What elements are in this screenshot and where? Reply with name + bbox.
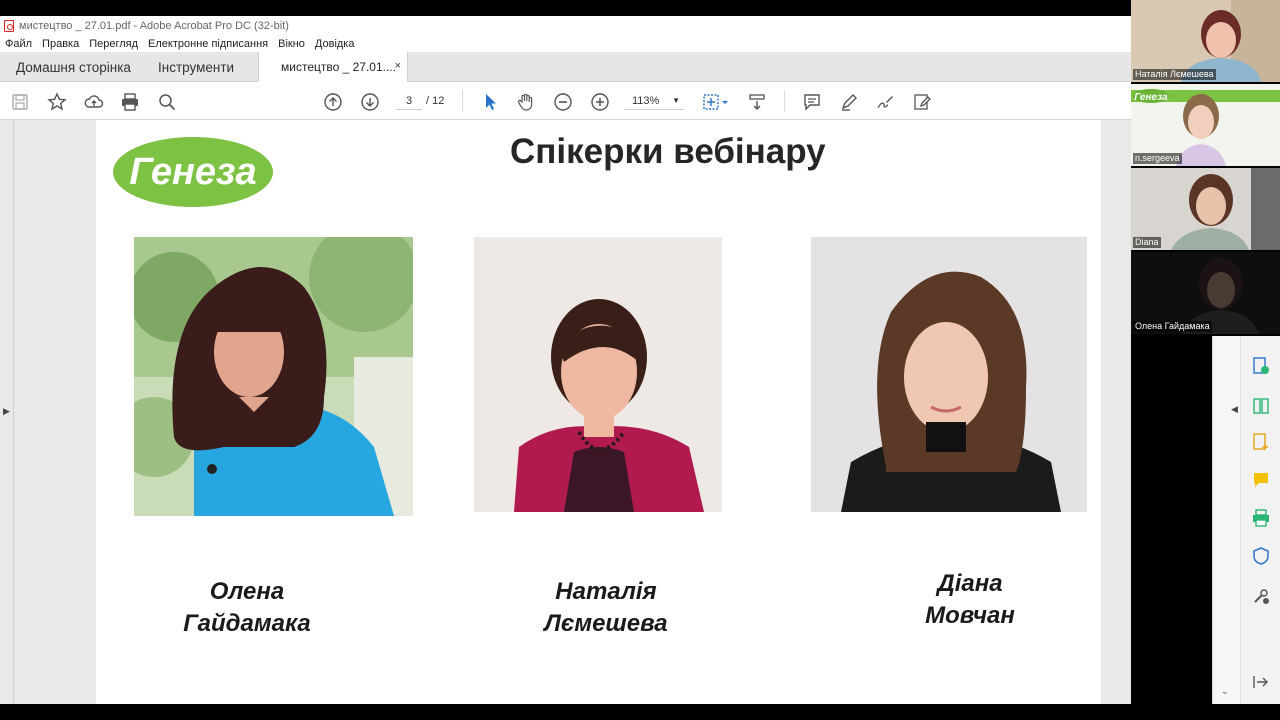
pdf-page: Генеза Спікерки вебінару Олена Гайдамака… <box>96 120 1101 704</box>
star-icon[interactable] <box>46 91 68 113</box>
speaker-first-name: Олена <box>209 578 285 605</box>
participant-video-4[interactable]: Олена Гайдамака <box>1131 252 1280 334</box>
zoom-out-icon[interactable] <box>552 91 574 113</box>
scroll-mode-icon[interactable] <box>746 91 768 113</box>
chevron-down-icon: ▼ <box>672 96 680 105</box>
speaker-name-olena: Олена Гайдамака <box>137 576 357 640</box>
collapse-left-icon[interactable]: ◀ <box>1231 404 1238 415</box>
comment-icon[interactable] <box>801 91 823 113</box>
tools-pane-scrollbar[interactable]: ⌄ <box>1213 336 1241 704</box>
hand-tool-icon[interactable] <box>515 91 537 113</box>
menu-file[interactable]: Файл <box>5 38 32 50</box>
left-nav-pane[interactable]: ▶ <box>0 120 14 704</box>
speaker-last-name: Гайдамака <box>183 610 311 637</box>
speaker-last-name: Лємешева <box>544 610 668 637</box>
speaker-name-diana: Діана Мовчан <box>860 568 1080 632</box>
upload-cloud-icon[interactable] <box>83 91 105 113</box>
tab-bar: Домашня сторінка Інструменти мистецтво _… <box>0 52 1131 82</box>
page-gutter <box>1101 120 1131 704</box>
comment-tool-icon[interactable] <box>1251 470 1271 490</box>
toolbar-divider <box>462 90 463 112</box>
participant-name: Олена Гайдамака <box>1133 321 1212 332</box>
menu-view[interactable]: Перегляд <box>89 38 138 50</box>
page-total: / 12 <box>426 95 445 107</box>
menu-bar: Файл Правка Перегляд Електронне підписан… <box>0 36 1131 52</box>
toolbar: 3 / 12 113% ▼ <box>0 82 1131 120</box>
participant-name: Diana <box>1133 237 1161 248</box>
svg-text:Генеза: Генеза <box>129 151 256 193</box>
save-icon[interactable] <box>9 91 31 113</box>
participant-name: n.sergeeva <box>1133 153 1182 164</box>
screen: мистецтво _ 27.01.pdf - Adobe Acrobat Pr… <box>0 0 1280 720</box>
speaker-last-name: Мовчан <box>925 602 1015 629</box>
participant-video-1[interactable]: Наталія Лємешева <box>1131 0 1280 82</box>
speaker-first-name: Наталія <box>555 578 657 605</box>
title-bar: мистецтво _ 27.01.pdf - Adobe Acrobat Pr… <box>0 16 1131 36</box>
zoom-in-icon[interactable] <box>589 91 611 113</box>
speaker-photo-nataliia <box>474 237 722 512</box>
acrobat-window: мистецтво _ 27.01.pdf - Adobe Acrobat Pr… <box>0 16 1131 704</box>
organize-pages-icon[interactable] <box>1251 396 1271 416</box>
right-tools-pane: ⌄ ◀ <box>1212 336 1280 704</box>
participant-video-2[interactable]: Генеза n.sergeeva <box>1131 84 1280 166</box>
toolbar-divider <box>784 90 785 112</box>
select-cursor-icon[interactable] <box>479 91 501 113</box>
sign-icon[interactable] <box>874 91 896 113</box>
participant-video-3[interactable]: Diana <box>1131 168 1280 250</box>
geneza-logo: Генеза <box>113 137 273 207</box>
speaker-first-name: Діана <box>937 570 1003 597</box>
protect-shield-icon[interactable] <box>1251 546 1271 566</box>
slide-title: Спікерки вебінару <box>510 132 826 171</box>
menu-help[interactable]: Довідка <box>315 38 355 50</box>
speaker-photo-olena <box>134 237 413 516</box>
create-pdf-icon[interactable] <box>1251 432 1271 452</box>
previous-page-icon[interactable] <box>322 91 344 113</box>
page-number-input[interactable]: 3 <box>396 92 422 110</box>
pdf-file-icon <box>4 20 14 32</box>
expand-right-icon[interactable]: ▶ <box>3 406 10 417</box>
menu-window[interactable]: Вікно <box>278 38 305 50</box>
tab-tools[interactable]: Інструменти <box>158 52 234 82</box>
participant-name: Наталія Лємешева <box>1133 69 1216 80</box>
next-page-icon[interactable] <box>359 91 381 113</box>
speaker-name-nataliia: Наталія Лємешева <box>496 576 716 640</box>
collapse-pane-icon[interactable] <box>1251 672 1271 692</box>
search-icon[interactable] <box>156 91 178 113</box>
print-icon[interactable] <box>119 91 141 113</box>
print-production-icon[interactable] <box>1251 508 1271 528</box>
chevron-down-icon[interactable] <box>719 91 731 113</box>
menu-sign[interactable]: Електронне підписання <box>148 38 268 50</box>
tab-home[interactable]: Домашня сторінка <box>16 52 131 82</box>
export-pdf-icon[interactable] <box>1251 356 1271 376</box>
chevron-down-icon[interactable]: ⌄ <box>1221 686 1229 697</box>
speaker-photo-diana <box>811 237 1087 512</box>
window-title: мистецтво _ 27.01.pdf - Adobe Acrobat Pr… <box>19 20 289 32</box>
zoom-select[interactable]: 113% ▼ <box>624 92 684 110</box>
svg-text:Генеза: Генеза <box>1134 92 1168 103</box>
close-icon[interactable]: × <box>395 60 401 72</box>
tab-document-label: мистецтво _ 27.01.... <box>281 60 396 74</box>
menu-edit[interactable]: Правка <box>42 38 79 50</box>
zoom-value: 113% <box>632 95 660 107</box>
tab-document[interactable]: мистецтво _ 27.01.... × <box>258 52 408 82</box>
edit-tools-icon[interactable] <box>911 91 933 113</box>
highlight-pen-icon[interactable] <box>838 91 860 113</box>
more-tools-icon[interactable] <box>1251 586 1271 606</box>
